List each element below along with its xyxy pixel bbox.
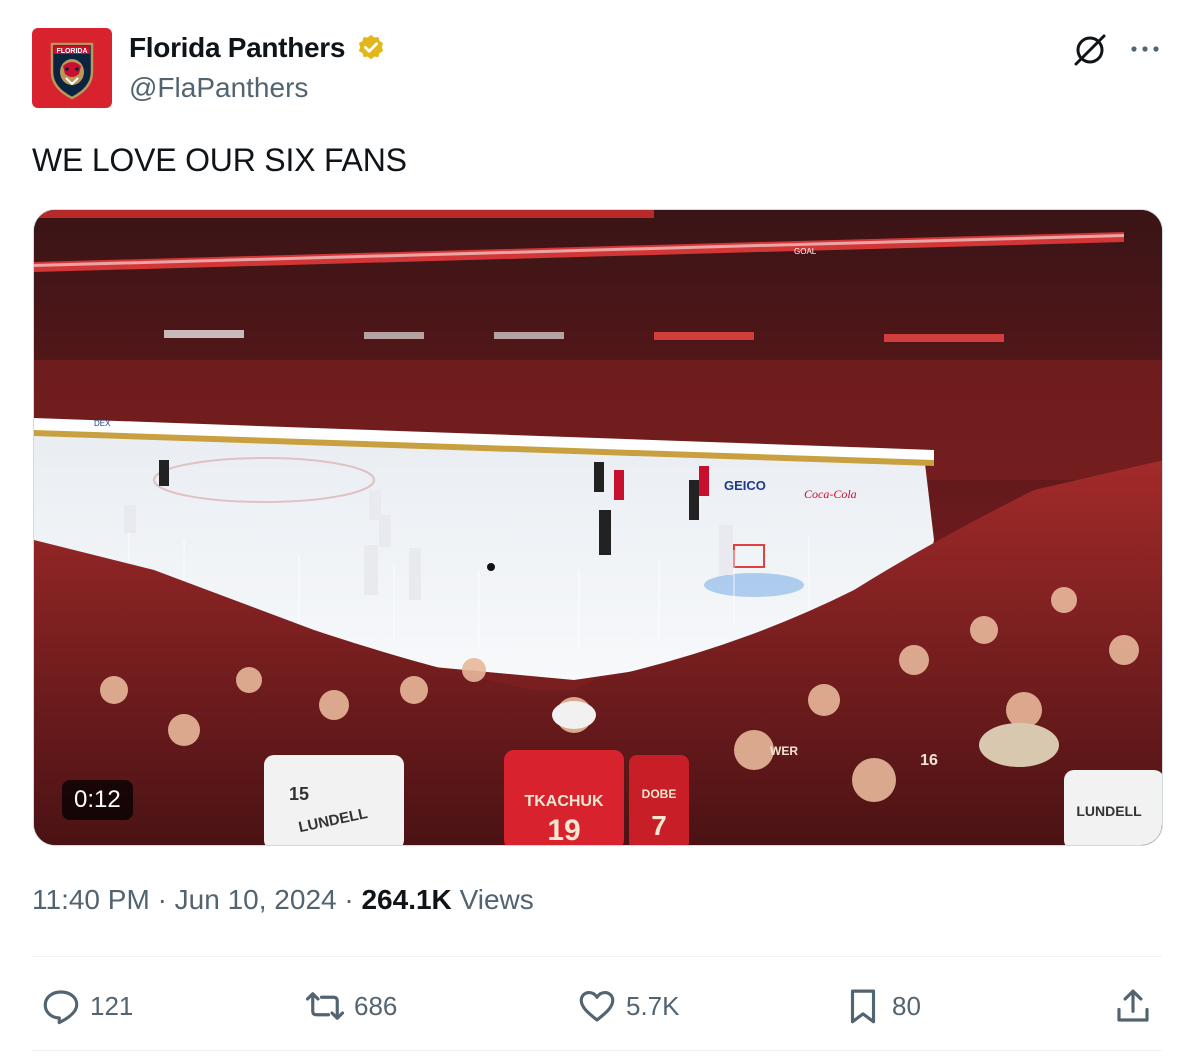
repost-button[interactable]: 686 xyxy=(304,978,397,1034)
share-button[interactable] xyxy=(1112,978,1162,1034)
tweet-date[interactable]: Jun 10, 2024 xyxy=(175,884,337,915)
tweet-meta: 11:40 PM · Jun 10, 2024 · 264.1K Views xyxy=(32,884,534,916)
avatar-text: FLORIDA xyxy=(56,48,87,55)
repost-icon xyxy=(305,992,345,1020)
meta-separator: · xyxy=(344,884,354,915)
tweet-time[interactable]: 11:40 PM xyxy=(32,884,150,915)
bookmark-count: 80 xyxy=(892,990,921,1021)
heart-icon xyxy=(579,990,615,1022)
board-coca-cola: Coca-Cola xyxy=(804,487,857,501)
more-options-icon[interactable] xyxy=(1128,32,1162,66)
views-count[interactable]: 264.1K xyxy=(361,884,451,915)
meta-separator: · xyxy=(157,884,167,915)
grok-icon[interactable] xyxy=(1070,30,1110,70)
repost-count: 686 xyxy=(354,990,398,1021)
share-icon xyxy=(1117,989,1149,1022)
author-name-block[interactable]: Florida Panthers @FlaPanthers xyxy=(129,32,386,104)
views-label[interactable]: Views xyxy=(460,884,534,915)
bookmark-button[interactable]: 80 xyxy=(842,978,921,1034)
reply-count: 121 xyxy=(90,990,134,1021)
author-handle[interactable]: @FlaPanthers xyxy=(129,72,386,104)
like-button[interactable]: 5.7K xyxy=(576,978,680,1034)
tweet-header: FLORIDA Florida Panthers @FlaPanthers xyxy=(32,28,1162,112)
board-dex: DEX xyxy=(94,419,111,428)
divider xyxy=(32,956,1162,957)
divider xyxy=(32,1050,1162,1051)
video-duration: 0:12 xyxy=(62,780,133,820)
jersey-number-7: 7 xyxy=(651,810,667,841)
avatar[interactable]: FLORIDA xyxy=(32,28,112,108)
jersey-number-15: 15 xyxy=(289,784,309,804)
reply-icon xyxy=(43,990,79,1025)
board-geico: GEICO xyxy=(724,478,766,493)
reply-button[interactable]: 121 xyxy=(40,978,133,1034)
jersey-lundell-right: LUNDELL xyxy=(1076,803,1142,819)
jersey-number-19: 19 xyxy=(547,814,580,846)
video-frame: GEICO Coca-Cola GOAL DEX TKACHUK 19 LUND… xyxy=(34,210,1162,846)
like-count: 5.7K xyxy=(626,990,680,1021)
board-goal: GOAL xyxy=(794,247,817,256)
action-bar: 121 686 5.7K 80 xyxy=(32,978,1162,1034)
author-display-name[interactable]: Florida Panthers xyxy=(129,32,345,64)
bookmark-icon xyxy=(850,989,876,1024)
verified-badge-icon[interactable] xyxy=(356,33,386,63)
jersey-number-16: 16 xyxy=(920,752,938,769)
jersey-dobe: DOBE xyxy=(642,787,677,801)
florida-panthers-logo-icon: FLORIDA xyxy=(50,42,94,100)
jersey-wer: WER xyxy=(770,744,798,758)
tweet-text: WE LOVE OUR SIX FANS xyxy=(32,142,407,178)
video-player[interactable]: GEICO Coca-Cola GOAL DEX TKACHUK 19 LUND… xyxy=(33,209,1163,846)
jersey-tkachuk: TKACHUK xyxy=(524,793,604,810)
